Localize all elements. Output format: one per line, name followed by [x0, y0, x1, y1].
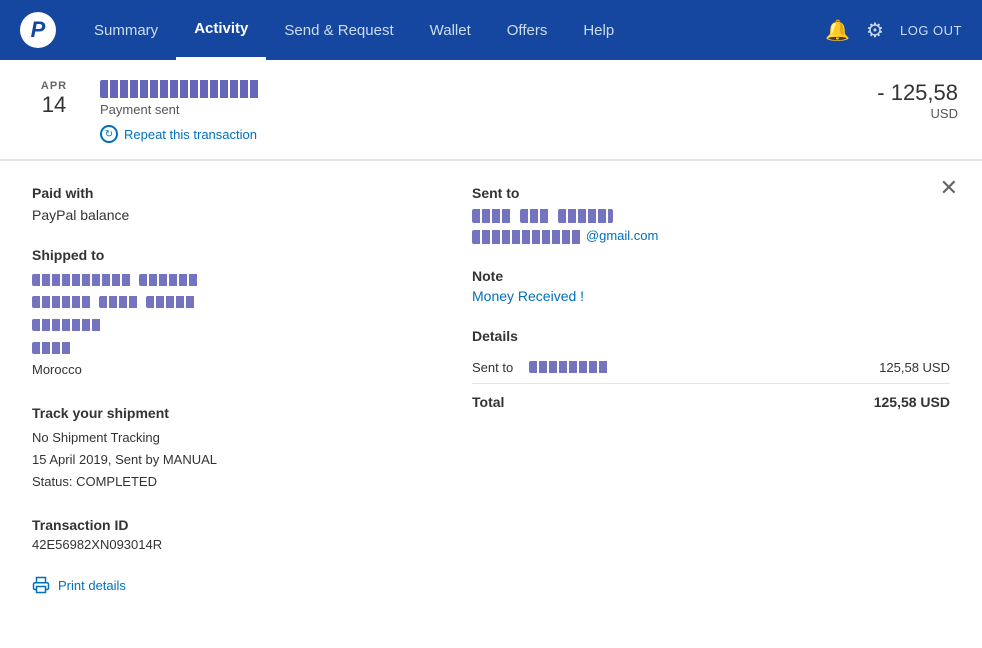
transaction-header: APR 14 Payment sent ↻ Repeat this transa…: [0, 60, 982, 160]
tid-value: 42E56982XN093014R: [32, 537, 412, 552]
print-icon: [32, 576, 50, 594]
track-shipment-section: Track your shipment No Shipment Tracking…: [32, 405, 412, 493]
sent-to-email-domain: @gmail.com: [586, 228, 658, 243]
total-row: Total 125,58 USD: [472, 384, 950, 420]
transaction-info: Payment sent ↻ Repeat this transaction: [100, 80, 877, 143]
date-day: 14: [24, 92, 84, 118]
note-section: Note Money Received !: [472, 268, 950, 304]
sent-to-row-label: Sent to: [472, 360, 513, 375]
sent-to-amount-row: Sent to 125,58 USD: [472, 352, 950, 384]
notifications-icon[interactable]: 🔔: [825, 18, 850, 43]
sent-to-row-label-container: Sent to: [472, 360, 609, 375]
nav-help[interactable]: Help: [565, 0, 632, 60]
nav-offers[interactable]: Offers: [489, 0, 566, 60]
shipped-line-3: [32, 315, 412, 336]
nav-links: Summary Activity Send & Request Wallet O…: [76, 0, 825, 60]
shipped-to-section: Shipped to: [32, 247, 412, 381]
sent-to-name-1: [472, 209, 512, 223]
total-label: Total: [472, 394, 504, 410]
shipped-line-4: [32, 337, 412, 358]
close-button[interactable]: ✕: [940, 177, 958, 199]
sent-to-section: Sent to @gmail.com: [472, 185, 950, 244]
amounts-label: Details: [472, 328, 950, 344]
shipped-line-5: Morocco: [32, 360, 412, 381]
track-status: Status: COMPLETED: [32, 471, 412, 493]
navbar: P Summary Activity Send & Request Wallet…: [0, 0, 982, 60]
paid-with-section: Paid with PayPal balance: [32, 185, 412, 223]
detail-columns: Paid with PayPal balance Shipped to: [32, 185, 950, 594]
settings-icon[interactable]: ⚙: [866, 18, 884, 43]
main-content: APR 14 Payment sent ↻ Repeat this transa…: [0, 60, 982, 648]
track-info: No Shipment Tracking 15 April 2019, Sent…: [32, 427, 412, 493]
paid-with-label: Paid with: [32, 185, 412, 201]
note-label: Note: [472, 268, 950, 284]
nav-activity[interactable]: Activity: [176, 0, 266, 60]
track-label: Track your shipment: [32, 405, 412, 421]
transaction-status: Payment sent: [100, 102, 877, 117]
print-label: Print details: [58, 578, 126, 593]
nav-right: 🔔 ⚙ LOG OUT: [825, 18, 962, 43]
detail-left: Paid with PayPal balance Shipped to: [32, 185, 412, 594]
transaction-amount: - 125,58 USD: [877, 80, 958, 121]
paypal-logo: P: [20, 12, 56, 48]
sent-to-recipient-redacted: [529, 361, 609, 373]
shipped-address: Morocco: [32, 269, 412, 381]
tid-label: Transaction ID: [32, 517, 412, 533]
shipped-line-2: [32, 292, 412, 313]
amount-currency: USD: [877, 106, 958, 121]
detail-panel: ✕ Paid with PayPal balance Shipped to: [0, 160, 982, 618]
sent-to-email-redacted: [472, 230, 582, 244]
nav-summary[interactable]: Summary: [76, 0, 176, 60]
sent-to-amount-value: 125,58 USD: [879, 360, 950, 375]
note-value: Money Received !: [472, 288, 950, 304]
repeat-transaction-link[interactable]: ↻ Repeat this transaction: [100, 125, 877, 143]
date-month: APR: [24, 80, 84, 92]
track-no-tracking: No Shipment Tracking: [32, 427, 412, 449]
sent-to-label: Sent to: [472, 185, 950, 201]
shipped-to-label: Shipped to: [32, 247, 412, 263]
nav-wallet[interactable]: Wallet: [412, 0, 489, 60]
shipped-line-1: [32, 269, 412, 290]
paid-with-value: PayPal balance: [32, 207, 412, 223]
detail-right: Sent to @gmail.com Note Money Received !: [472, 185, 950, 594]
transaction-name: [100, 80, 260, 98]
amounts-section: Details Sent to 125,58 USD Total 125,58 …: [472, 328, 950, 420]
repeat-label: Repeat this transaction: [124, 127, 257, 142]
repeat-icon: ↻: [100, 125, 118, 143]
track-date: 15 April 2019, Sent by MANUAL: [32, 449, 412, 471]
nav-send-request[interactable]: Send & Request: [266, 0, 411, 60]
logout-button[interactable]: LOG OUT: [900, 23, 962, 38]
transaction-id-section: Transaction ID 42E56982XN093014R: [32, 517, 412, 552]
amount-value: - 125,58: [877, 80, 958, 106]
total-amount: 125,58 USD: [874, 394, 950, 410]
transaction-date: APR 14: [24, 80, 84, 118]
print-details-link[interactable]: Print details: [32, 576, 412, 594]
